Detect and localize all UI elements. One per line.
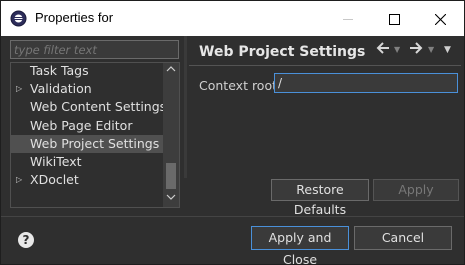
minimize-button[interactable] <box>325 1 371 37</box>
tree-item-validation[interactable]: ▷ Validation <box>11 80 163 98</box>
maximize-icon <box>388 13 400 25</box>
tree-item-label: Web Page Editor <box>30 118 133 133</box>
tree-item-label: Web Project Settings <box>30 136 160 151</box>
context-root-input[interactable] <box>274 73 458 93</box>
window-title: Properties for <box>35 10 114 25</box>
dialog-button-bar: ? Apply and Close Cancel <box>1 216 464 265</box>
back-arrow-icon[interactable] <box>376 42 390 56</box>
tree-item-task-tags[interactable]: Task Tags <box>11 63 163 80</box>
page-title: Web Project Settings <box>199 44 366 60</box>
tree-item-web-content-settings[interactable]: Web Content Settings <box>11 98 167 116</box>
filter-input[interactable] <box>10 40 179 59</box>
tree-item-label: Task Tags <box>30 63 89 78</box>
scroll-thumb[interactable] <box>166 163 176 189</box>
splitter-sash[interactable] <box>184 36 187 178</box>
header-separator <box>189 65 461 66</box>
maximize-button[interactable] <box>371 1 417 37</box>
minimize-icon <box>342 18 353 20</box>
context-root-label: Context root: <box>199 78 282 93</box>
properties-dialog: Task Tags ▷ Validation Web Content Setti… <box>0 36 465 265</box>
scroll-down-icon[interactable] <box>166 193 176 203</box>
tree-item-label: Validation <box>30 81 92 96</box>
tree-item-xdoclet[interactable]: ▷ XDoclet <box>11 171 163 189</box>
eclipse-app-icon <box>10 10 27 27</box>
cancel-button[interactable]: Cancel <box>354 226 452 250</box>
tree-item-label: Web Content Settings <box>30 99 167 114</box>
tree-item-web-page-editor[interactable]: Web Page Editor <box>11 117 163 135</box>
forward-arrow-icon[interactable] <box>409 42 423 56</box>
expand-arrow-icon[interactable]: ▷ <box>16 80 22 98</box>
back-menu-chevron-icon[interactable]: ▼ <box>394 45 400 59</box>
tree-scrollbar[interactable] <box>163 63 179 207</box>
close-button[interactable] <box>417 1 463 37</box>
apply-and-close-button[interactable]: Apply and Close <box>251 226 349 265</box>
restore-defaults-button[interactable]: Restore Defaults <box>271 179 369 217</box>
forward-menu-chevron-icon[interactable]: ▼ <box>428 45 434 59</box>
close-icon <box>434 13 446 25</box>
tree-item-wikitext[interactable]: WikiText <box>11 153 163 171</box>
tree-item-label: XDoclet <box>30 172 79 187</box>
scroll-up-icon[interactable] <box>166 65 176 75</box>
tree-item-web-project-settings[interactable]: Web Project Settings <box>11 135 163 153</box>
apply-button[interactable]: Apply <box>373 179 459 201</box>
title-bar: Properties for <box>0 0 465 36</box>
tree-item-label: WikiText <box>30 154 82 169</box>
view-menu-icon[interactable]: ▼ <box>444 45 451 59</box>
expand-arrow-icon[interactable]: ▷ <box>16 171 22 189</box>
help-icon[interactable]: ? <box>18 232 34 248</box>
preference-tree: Task Tags ▷ Validation Web Content Setti… <box>10 62 180 208</box>
